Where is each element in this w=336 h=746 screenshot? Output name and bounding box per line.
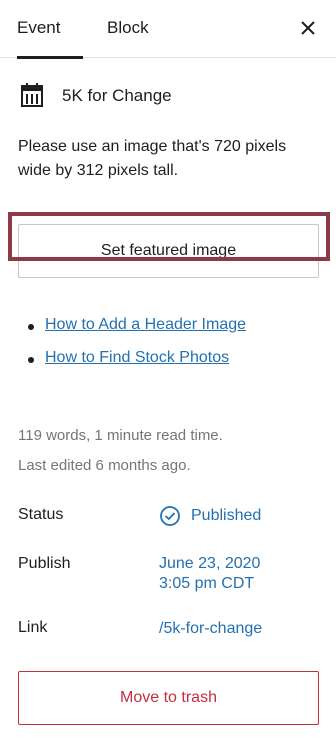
calendar-icon bbox=[21, 83, 43, 107]
post-meta: 119 words, 1 minute read time. Last edit… bbox=[18, 421, 223, 481]
status-value[interactable]: Published bbox=[191, 506, 261, 526]
help-links: How to Add a Header Image How to Find St… bbox=[28, 316, 246, 382]
post-type-row: 5K for Change bbox=[20, 82, 320, 112]
image-size-hint: Please use an image that's 720 pixels wi… bbox=[18, 138, 287, 179]
permalink-value[interactable]: /5k-for-change bbox=[159, 619, 262, 639]
word-count: 119 words, 1 minute read time. bbox=[18, 427, 223, 444]
tab-block[interactable]: Block bbox=[107, 0, 149, 58]
tab-event[interactable]: Event bbox=[17, 0, 83, 59]
publish-time: 3:05 pm CDT bbox=[159, 575, 255, 592]
tab-event-label: Event bbox=[17, 18, 61, 37]
link-label: Link bbox=[18, 619, 48, 636]
move-to-trash-button[interactable]: Move to trash bbox=[18, 671, 319, 725]
post-title: 5K for Change bbox=[62, 86, 172, 105]
set-featured-image-button[interactable]: Set featured image bbox=[18, 224, 319, 278]
link-add-header-image[interactable]: How to Add a Header Image bbox=[28, 316, 246, 349]
link-label: How to Find Stock Photos bbox=[45, 349, 230, 366]
bullet bbox=[28, 324, 34, 330]
publish-date: June 23, 2020 bbox=[159, 555, 261, 572]
published-check-icon bbox=[160, 506, 180, 526]
active-tab-indicator bbox=[17, 56, 83, 59]
sidebar-tabs: Event Block bbox=[0, 0, 336, 59]
publish-date-toggle[interactable]: June 23, 2020 3:05 pm CDT bbox=[159, 554, 260, 594]
publish-label: Publish bbox=[18, 555, 71, 572]
link-find-stock-photos[interactable]: How to Find Stock Photos bbox=[28, 349, 246, 382]
bullet bbox=[28, 357, 34, 363]
link-label: How to Add a Header Image bbox=[45, 316, 247, 333]
last-edited: Last edited 6 months ago. bbox=[18, 457, 191, 474]
tab-block-label: Block bbox=[107, 18, 149, 37]
close-icon[interactable] bbox=[298, 17, 318, 39]
status-label: Status bbox=[18, 506, 64, 523]
